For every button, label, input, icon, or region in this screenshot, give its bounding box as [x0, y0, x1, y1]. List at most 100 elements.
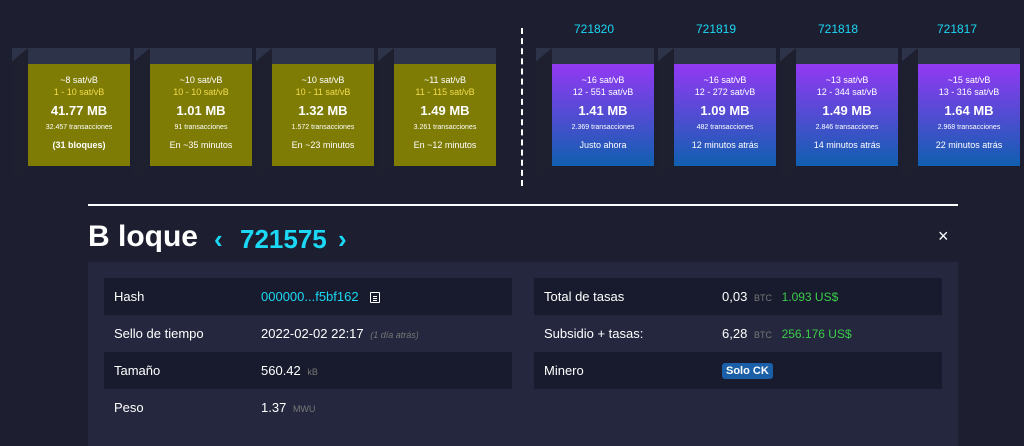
- eta: En ~12 minutos: [413, 140, 477, 150]
- weight-value: 1.37: [261, 400, 287, 415]
- block-top-face: [378, 48, 496, 64]
- block-front-face: ~16 sat/vB 12 - 551 sat/vB 1.41 MB 2.369…: [552, 64, 654, 166]
- block-side-face: [658, 48, 674, 180]
- fee-range: 10 - 10 sat/vB: [173, 87, 229, 97]
- block-side-face: [536, 48, 552, 180]
- fees-unit: BTC: [753, 293, 772, 303]
- mined-block[interactable]: ~13 sat/vB 12 - 344 sat/vB 1.49 MB 2.846…: [780, 48, 898, 180]
- mined-time: 14 minutos atrás: [813, 140, 881, 150]
- block-size: 1.32 MB: [298, 103, 348, 118]
- next-block-arrow-icon[interactable]: ›: [338, 224, 347, 255]
- fee-range: 12 - 272 sat/vB: [694, 87, 756, 97]
- mempool-block[interactable]: ~11 sat/vB 11 - 115 sat/vB 1.49 MB 3.261…: [378, 48, 496, 180]
- timestamp-value: 2022-02-02 22:17: [261, 326, 364, 341]
- copy-icon[interactable]: [370, 292, 381, 304]
- details-table-left: Hash 000000...f5bf162 Sello de tiempo 20…: [104, 278, 512, 426]
- subsidy-value: 6,28: [722, 326, 748, 341]
- mempool-block[interactable]: ~10 sat/vB 10 - 10 sat/vB 1.01 MB 91 tra…: [134, 48, 252, 180]
- block-height-link[interactable]: 721819: [665, 22, 767, 36]
- median-fee: ~15 sat/vB: [947, 75, 991, 85]
- miner-badge[interactable]: Solo CK: [722, 363, 773, 379]
- median-fee: ~8 sat/vB: [60, 75, 98, 85]
- transaction-count: 32.457 transacciones: [45, 124, 113, 131]
- fee-range: 11 - 115 sat/vB: [415, 87, 475, 97]
- block-top-face: [902, 48, 1020, 64]
- details-table-right: Total de tasas 0,03 BTC 1.093 US$ Subsid…: [534, 278, 942, 389]
- miner-label: Minero: [544, 363, 584, 378]
- block-front-face: ~10 sat/vB 10 - 10 sat/vB 1.01 MB 91 tra…: [150, 64, 252, 166]
- block-front-face: ~10 sat/vB 10 - 11 sat/vB 1.32 MB 1.572 …: [272, 64, 374, 166]
- blockchain-blocks-row: ~8 sat/vB 1 - 10 sat/vB 41.77 MB 32.457 …: [0, 0, 1024, 200]
- fees-label: Total de tasas: [544, 289, 625, 304]
- block-size: 1.41 MB: [578, 103, 628, 118]
- section-divider: [88, 204, 958, 206]
- subsidy-label: Subsidio + tasas:: [544, 326, 644, 341]
- block-size: 1.01 MB: [176, 103, 226, 118]
- table-row: Total de tasas 0,03 BTC 1.093 US$: [534, 278, 942, 315]
- fees-usd: 1.093 US$: [781, 290, 839, 304]
- table-row: Tamaño 560.42 kB: [104, 352, 512, 389]
- fee-range: 12 - 551 sat/vB: [572, 87, 634, 97]
- table-row: Peso 1.37 MWU: [104, 389, 512, 426]
- block-height-link[interactable]: 721818: [787, 22, 889, 36]
- weight-label: Peso: [114, 400, 144, 415]
- block-number: 721575: [240, 224, 327, 254]
- block-size: 41.77 MB: [50, 103, 108, 118]
- table-row: Minero Solo CK: [534, 352, 942, 389]
- median-fee: ~13 sat/vB: [825, 75, 869, 85]
- timestamp-relative: (1 día atrás): [370, 330, 419, 340]
- size-label: Tamaño: [114, 363, 161, 378]
- fee-range: 10 - 11 sat/vB: [295, 87, 351, 97]
- timestamp-label: Sello de tiempo: [114, 326, 204, 341]
- mined-block[interactable]: ~15 sat/vB 13 - 316 sat/vB 1.64 MB 2.968…: [902, 48, 1020, 180]
- transaction-count: 2.369 transacciones: [571, 124, 635, 131]
- block-front-face: ~16 sat/vB 12 - 272 sat/vB 1.09 MB 482 t…: [674, 64, 776, 166]
- mempool-block[interactable]: ~8 sat/vB 1 - 10 sat/vB 41.77 MB 32.457 …: [12, 48, 130, 180]
- block-size: 1.09 MB: [700, 103, 750, 118]
- mempool-block[interactable]: ~10 sat/vB 10 - 11 sat/vB 1.32 MB 1.572 …: [256, 48, 374, 180]
- transaction-count: 2.968 transacciones: [937, 124, 1001, 131]
- block-height-link[interactable]: 721817: [906, 22, 1008, 36]
- block-side-face: [378, 48, 394, 180]
- table-row: Sello de tiempo 2022-02-02 22:17 (1 día …: [104, 315, 512, 352]
- block-top-face: [536, 48, 654, 64]
- block-size: 1.64 MB: [944, 103, 994, 118]
- fee-range: 13 - 316 sat/vB: [938, 87, 1000, 97]
- median-fee: ~16 sat/vB: [703, 75, 747, 85]
- weight-unit: MWU: [292, 404, 316, 414]
- block-front-face: ~11 sat/vB 11 - 115 sat/vB 1.49 MB 3.261…: [394, 64, 496, 166]
- block-side-face: [134, 48, 150, 180]
- eta: (31 bloques): [52, 140, 106, 150]
- close-icon[interactable]: ×: [938, 226, 949, 247]
- mined-time: Justo ahora: [579, 140, 627, 150]
- previous-block-arrow-icon[interactable]: ‹: [214, 224, 223, 255]
- mempool-blockchain-divider: [521, 28, 523, 186]
- table-row: Hash 000000...f5bf162: [104, 278, 512, 315]
- hash-link[interactable]: 000000...f5bf162: [261, 289, 359, 304]
- block-front-face: ~8 sat/vB 1 - 10 sat/vB 41.77 MB 32.457 …: [28, 64, 130, 166]
- block-size: 1.49 MB: [822, 103, 872, 118]
- mined-time: 12 minutos atrás: [691, 140, 759, 150]
- eta: En ~23 minutos: [291, 140, 355, 150]
- block-front-face: ~13 sat/vB 12 - 344 sat/vB 1.49 MB 2.846…: [796, 64, 898, 166]
- mined-time: 22 minutos atrás: [935, 140, 1003, 150]
- transaction-count: 91 transacciones: [174, 124, 228, 131]
- block-side-face: [12, 48, 28, 180]
- eta: En ~35 minutos: [169, 140, 233, 150]
- subsidy-usd: 256.176 US$: [781, 327, 852, 341]
- transaction-count: 1.572 transacciones: [291, 124, 355, 131]
- block-front-face: ~15 sat/vB 13 - 316 sat/vB 1.64 MB 2.968…: [918, 64, 1020, 166]
- block-side-face: [902, 48, 918, 180]
- transaction-count: 3.261 transacciones: [413, 124, 477, 131]
- hash-label: Hash: [114, 289, 145, 304]
- mined-block[interactable]: ~16 sat/vB 12 - 551 sat/vB 1.41 MB 2.369…: [536, 48, 654, 180]
- transaction-count: 482 transacciones: [696, 124, 754, 131]
- block-details-panel: Hash 000000...f5bf162 Sello de tiempo 20…: [88, 262, 958, 446]
- median-fee: ~16 sat/vB: [581, 75, 625, 85]
- block-top-face: [658, 48, 776, 64]
- mined-block[interactable]: ~16 sat/vB 12 - 272 sat/vB 1.09 MB 482 t…: [658, 48, 776, 180]
- subsidy-unit: BTC: [753, 330, 772, 340]
- block-side-face: [256, 48, 272, 180]
- block-height-link[interactable]: 721820: [543, 22, 645, 36]
- block-top-face: [780, 48, 898, 64]
